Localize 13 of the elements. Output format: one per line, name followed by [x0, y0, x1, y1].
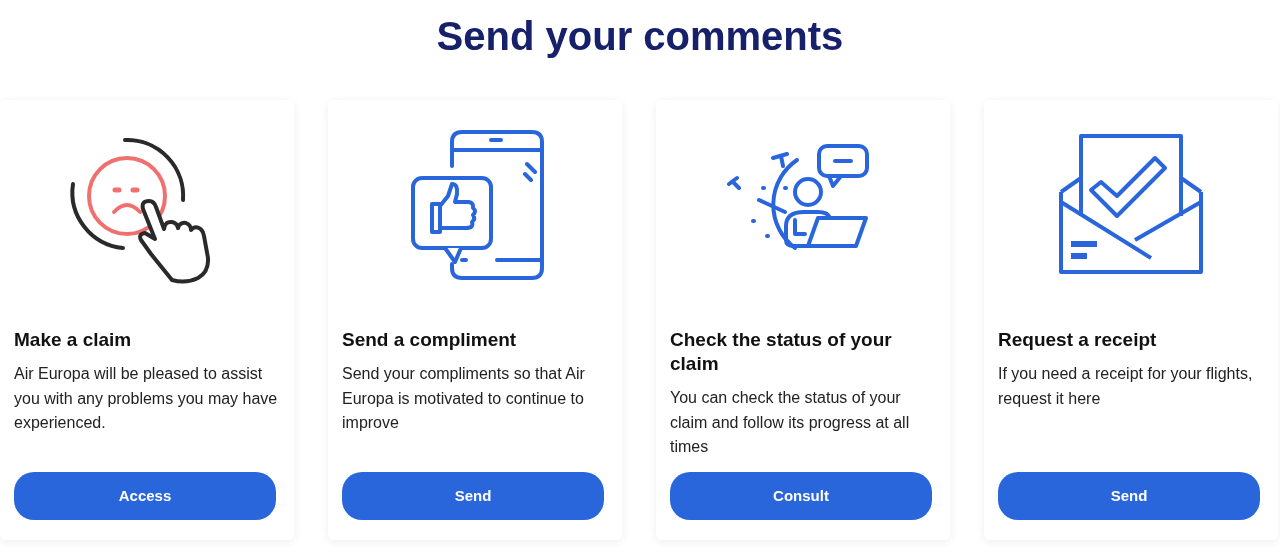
card-title: Request a receipt — [998, 328, 1158, 352]
action-button[interactable]: Consult — [670, 472, 932, 520]
card-description: Send your compliments so that Air Europa is motivated to continue to improve — [342, 364, 586, 433]
card-title: Send a compliment — [342, 328, 518, 352]
action-button[interactable]: Access — [14, 472, 276, 520]
card-title: Check the status of your claim — [670, 328, 893, 376]
action-button[interactable]: Send — [998, 472, 1260, 520]
card-title: Make a claim — [14, 328, 133, 352]
page-heading: Send your comments — [435, 13, 845, 60]
card-description: You can check the status of your claim and follow its progress at all times — [670, 388, 911, 457]
card-description: Air Europa will be pleased to assist you with any problems you may have experienced. — [14, 364, 279, 433]
card-description: If you need a receipt for your flights, request it here — [998, 364, 1254, 409]
action-button[interactable]: Send — [342, 472, 604, 520]
